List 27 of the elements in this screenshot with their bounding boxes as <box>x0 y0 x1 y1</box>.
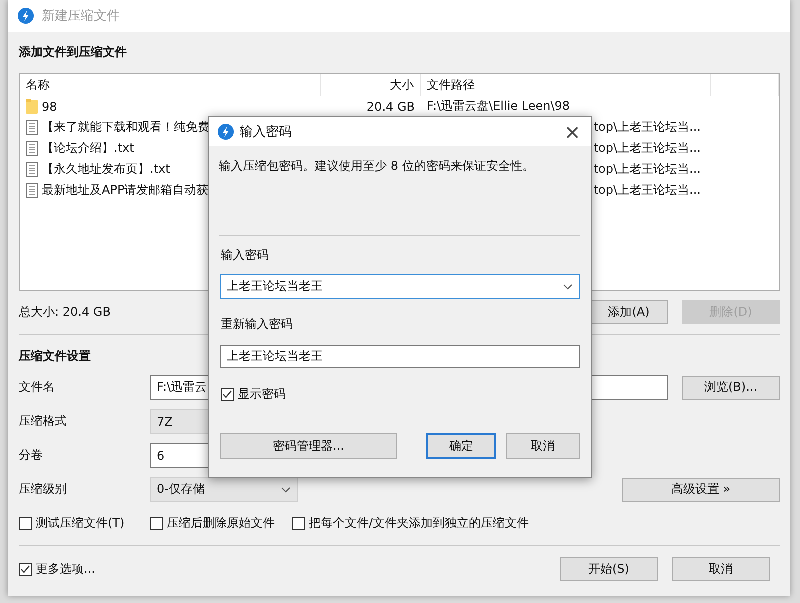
dialog-title: 输入密码 <box>240 124 292 140</box>
file-path: F:\迅雷云盘\Ellie Leen\98 <box>427 98 570 115</box>
checkbox-label: 把每个文件/文件夹添加到独立的压缩文件 <box>309 514 530 532</box>
file-path: top\上老王论坛当... <box>594 161 701 178</box>
file-path: top\上老王论坛当... <box>594 182 701 199</box>
field-label: 文件名 <box>19 379 56 396</box>
field-label: 输入密码 <box>220 247 270 263</box>
section-heading: 压缩文件设置 <box>19 348 91 365</box>
field-label: 重新输入密码 <box>220 316 294 332</box>
window-title: 新建压缩文件 <box>42 8 120 25</box>
dialog-message: 输入压缩包密码。建议使用至少 8 位的密码来保证安全性。 <box>219 158 536 174</box>
checkbox-label: 测试压缩文件(T) <box>36 514 125 532</box>
checkbox-label: 压缩后删除原始文件 <box>167 514 275 532</box>
file-name: 98 <box>42 100 58 114</box>
file-size: 20.4 GB <box>366 100 415 114</box>
file-name: 【论坛介绍】.txt <box>42 140 134 157</box>
field-label: 分卷 <box>19 447 44 464</box>
section-heading: 添加文件到压缩文件 <box>19 44 127 61</box>
field-label: 压缩级别 <box>19 481 68 498</box>
checkbox-label: 更多选项... <box>36 560 96 578</box>
file-path: top\上老王论坛当... <box>594 140 701 157</box>
field-label: 压缩格式 <box>19 413 68 430</box>
file-name: 最新地址及APP请发邮箱自动获 <box>42 182 209 199</box>
total-size: 总大小: 20.4 GB <box>19 304 111 320</box>
file-name: 【永久地址发布页】.txt <box>42 161 170 178</box>
file-path: top\上老王论坛当... <box>594 119 701 136</box>
checkbox-label: 显示密码 <box>238 386 286 402</box>
